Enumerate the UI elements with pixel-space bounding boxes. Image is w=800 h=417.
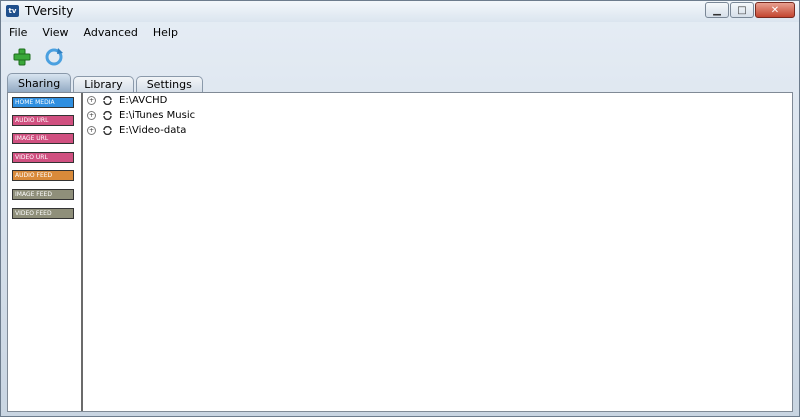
menu-file[interactable]: File [7, 25, 29, 40]
toolbar [1, 42, 799, 72]
sidebar: HOME MEDIA AUDIO URL IMAGE URL VIDEO URL… [8, 93, 83, 411]
maximize-button[interactable]: □ [730, 2, 754, 18]
minimize-button[interactable]: ▁ [705, 2, 729, 18]
tree-item-label: E:\AVCHD [119, 94, 168, 106]
audio-feed-button[interactable]: AUDIO FEED [12, 170, 74, 181]
audio-url-button[interactable]: AUDIO URL [12, 115, 74, 126]
tab-settings[interactable]: Settings [135, 76, 203, 93]
sync-icon [102, 125, 113, 135]
image-feed-button[interactable]: IMAGE FEED [12, 189, 74, 200]
window-title: TVersity [25, 4, 74, 18]
add-button[interactable] [11, 46, 33, 68]
app-window: tv TVersity ▁ □ ✕ File View Advanced Hel… [0, 0, 800, 417]
expand-icon[interactable]: + [87, 95, 96, 105]
refresh-button[interactable] [43, 46, 65, 68]
sync-icon [102, 95, 113, 105]
tab-sharing[interactable]: Sharing [7, 73, 72, 93]
expand-icon[interactable]: + [87, 125, 96, 135]
tversity-logo-icon: tv [6, 5, 19, 17]
title-bar[interactable]: tv TVersity ▁ □ ✕ [1, 1, 799, 22]
menu-help[interactable]: Help [151, 25, 180, 40]
refresh-icon [45, 48, 63, 66]
sync-icon [102, 110, 113, 120]
sharing-panel: HOME MEDIA AUDIO URL IMAGE URL VIDEO URL… [7, 92, 793, 412]
shared-folders-tree: + E:\AVCHD + E:\iTunes Music + E:\Video-… [84, 93, 792, 411]
menu-advanced[interactable]: Advanced [82, 25, 140, 40]
tree-item-label: E:\iTunes Music [119, 109, 196, 121]
tree-item-label: E:\Video-data [119, 124, 187, 136]
video-url-button[interactable]: VIDEO URL [12, 152, 74, 163]
home-media-button[interactable]: HOME MEDIA [12, 97, 74, 108]
tree-item[interactable]: + E:\iTunes Music [87, 108, 195, 122]
menu-bar: File View Advanced Help [1, 23, 799, 42]
menu-view[interactable]: View [40, 25, 70, 40]
tab-library[interactable]: Library [73, 76, 134, 93]
tab-bar: Sharing Library Settings [7, 73, 205, 93]
image-url-button[interactable]: IMAGE URL [12, 133, 74, 144]
tree-item[interactable]: + E:\AVCHD [87, 93, 167, 107]
plus-icon [13, 48, 31, 66]
close-button[interactable]: ✕ [755, 2, 795, 18]
tree-item[interactable]: + E:\Video-data [87, 123, 186, 137]
video-feed-button[interactable]: VIDEO FEED [12, 208, 74, 219]
expand-icon[interactable]: + [87, 110, 96, 120]
